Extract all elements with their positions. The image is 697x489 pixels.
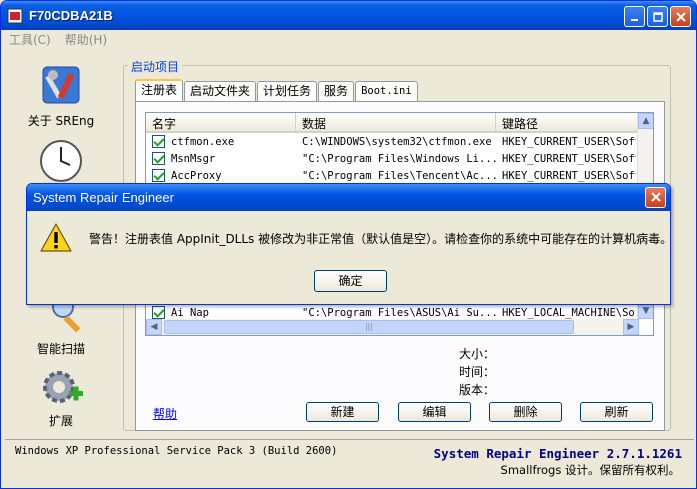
close-icon xyxy=(650,192,661,202)
row-key: HKEY_CURRENT_USER\Soft xyxy=(502,135,636,148)
clock-icon xyxy=(40,140,82,182)
version-label: 版本： xyxy=(459,383,496,397)
new-button[interactable]: 新建 xyxy=(306,402,379,422)
title-bar[interactable]: F70CDBA21B xyxy=(1,1,696,30)
list-header: 名字 数据 键路径 xyxy=(146,113,653,133)
row-name: ctfmon.exe xyxy=(171,135,235,148)
tab-scheduled-tasks[interactable]: 计划任务 xyxy=(257,81,318,101)
sidebar-extend-label: 扩展 xyxy=(48,414,73,428)
app-icon xyxy=(7,8,23,23)
sidebar-item-about[interactable]: 关于 SREng xyxy=(7,61,115,129)
row-checkbox[interactable] xyxy=(152,135,165,148)
table-row[interactable]: AccProxy "C:\Program Files\Tencent\Ac...… xyxy=(146,167,653,184)
tab-strip: 注册表 启动文件夹 计划任务 服务 Boot.ini xyxy=(135,79,419,101)
help-link[interactable]: 帮助 xyxy=(153,405,177,422)
dialog-close-button[interactable] xyxy=(645,187,666,208)
dialog-message: 警告！注册表值 AppInit_DLLs 被修改为非正常值（默认值是空）。请检查… xyxy=(89,232,673,246)
dialog-title-bar[interactable]: System Repair Engineer xyxy=(27,184,670,211)
row-name: AccProxy xyxy=(171,169,222,182)
minimize-icon xyxy=(630,18,638,21)
status-bar: Windows XP Professional Service Pack 3 (… xyxy=(5,439,694,485)
row-data: C:\WINDOWS\system32\ctfmon.exe xyxy=(302,135,492,148)
close-button[interactable] xyxy=(670,6,691,27)
row-name: MsnMsgr xyxy=(171,152,216,165)
warning-icon xyxy=(40,223,72,252)
row-checkbox[interactable] xyxy=(152,306,165,319)
tab-boot-ini[interactable]: Boot.ini xyxy=(355,81,418,101)
tab-registry[interactable]: 注册表 xyxy=(135,79,184,101)
scroll-thumb[interactable]: ||| xyxy=(164,320,574,334)
scroll-down-icon[interactable]: ▼ xyxy=(638,303,653,319)
menu-bar: 工具(C) 帮助(H) xyxy=(1,30,696,49)
refresh-button[interactable]: 刷新 xyxy=(580,402,653,422)
row-checkbox[interactable] xyxy=(152,169,165,182)
startup-group-title: 启动项目 xyxy=(128,58,183,75)
sidebar-scan-label: 智能扫描 xyxy=(36,342,85,356)
close-icon xyxy=(675,11,686,22)
sidebar-item-extend[interactable]: 扩展 xyxy=(7,365,115,429)
menu-tools[interactable]: 工具(C) xyxy=(9,31,51,48)
magnifier-icon xyxy=(52,296,81,333)
maximize-button[interactable] xyxy=(647,6,668,27)
row-key: HKEY_CURRENT_USER\Soft xyxy=(502,152,636,165)
row-data: "C:\Program Files\Tencent\Ac... xyxy=(302,169,496,182)
edit-button[interactable]: 编辑 xyxy=(398,402,471,422)
dialog-title: System Repair Engineer xyxy=(33,190,174,205)
column-key[interactable]: 键路径 xyxy=(496,113,639,131)
scroll-up-icon[interactable]: ▲ xyxy=(638,113,653,129)
sidebar-about-label: 关于 SREng xyxy=(27,114,95,128)
row-key: HKEY_LOCAL_MACHINE\Soft xyxy=(502,306,636,319)
size-label: 大小： xyxy=(459,347,496,361)
tab-startup-folder[interactable]: 启动文件夹 xyxy=(184,81,257,101)
maximize-icon xyxy=(652,11,663,22)
sidebar-item-scan[interactable]: 智能扫描 xyxy=(7,296,115,357)
os-version-text: Windows XP Professional Service Pack 3 (… xyxy=(15,445,338,457)
product-version-text: System Repair Engineer 2.7.1.1261 xyxy=(433,446,682,461)
column-name[interactable]: 名字 xyxy=(146,113,296,131)
copyright-text: Smallfrogs 设计。保留所有权利。 xyxy=(500,463,680,477)
delete-button[interactable]: 删除 xyxy=(489,402,562,422)
column-data[interactable]: 数据 xyxy=(296,113,496,131)
row-data: "C:\Program Files\Windows Li... xyxy=(302,152,496,165)
table-row[interactable]: ctfmon.exe C:\WINDOWS\system32\ctfmon.ex… xyxy=(146,133,653,150)
warning-dialog: System Repair Engineer 警告！注册表值 AppInit_D… xyxy=(26,183,673,305)
tools-icon xyxy=(42,66,80,104)
row-data: "C:\Program Files\ASUS\Ai Su... xyxy=(302,306,496,319)
sidebar-item-clock[interactable] xyxy=(7,137,115,188)
time-label: 时间： xyxy=(459,365,496,379)
horizontal-scrollbar[interactable]: ◀ ||| ▶ xyxy=(146,319,639,335)
row-key: HKEY_CURRENT_USER\Soft xyxy=(502,169,636,182)
minimize-button[interactable] xyxy=(624,6,645,27)
row-name: Ai Nap xyxy=(171,306,209,319)
gear-plus-icon xyxy=(43,371,83,403)
scroll-left-icon[interactable]: ◀ xyxy=(146,319,162,335)
row-checkbox[interactable] xyxy=(152,152,165,165)
tab-services[interactable]: 服务 xyxy=(318,81,355,101)
table-row[interactable]: MsnMsgr "C:\Program Files\Windows Li... … xyxy=(146,150,653,167)
ok-button[interactable]: 确定 xyxy=(314,270,387,292)
menu-help[interactable]: 帮助(H) xyxy=(65,31,107,48)
window-title: F70CDBA21B xyxy=(29,8,113,23)
scroll-right-icon[interactable]: ▶ xyxy=(623,319,639,335)
